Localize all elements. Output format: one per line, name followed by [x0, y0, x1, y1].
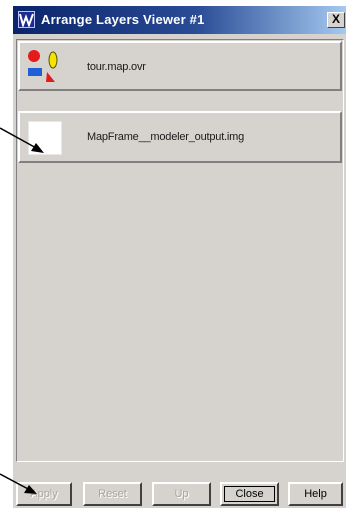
help-button[interactable]: Help	[288, 482, 343, 506]
arrange-layers-window: Arrange Layers Viewer #1 X tour.map.ovr …	[12, 6, 346, 508]
window-title: Arrange Layers Viewer #1	[41, 12, 205, 27]
close-window-button[interactable]: X	[327, 12, 345, 28]
layer-list[interactable]: tour.map.ovr MapFrame__modeler_output.im…	[16, 39, 344, 462]
layer-name: tour.map.ovr	[87, 61, 146, 73]
layer-name: MapFrame__modeler_output.img	[87, 131, 245, 143]
title-bar[interactable]: Arrange Layers Viewer #1 X	[13, 6, 346, 34]
vector-layer-icon	[26, 48, 62, 84]
layer-row-tour-map[interactable]: tour.map.ovr	[18, 41, 342, 91]
up-button[interactable]: Up	[152, 482, 211, 506]
app-icon	[18, 11, 35, 28]
apply-button[interactable]: Apply	[16, 482, 72, 506]
close-button[interactable]: Close	[220, 482, 279, 506]
reset-button[interactable]: Reset	[83, 482, 142, 506]
button-bar: Apply Reset Up Close Help	[13, 478, 346, 508]
raster-layer-icon	[28, 121, 62, 155]
layer-row-mapframe[interactable]: MapFrame__modeler_output.img	[18, 111, 342, 163]
